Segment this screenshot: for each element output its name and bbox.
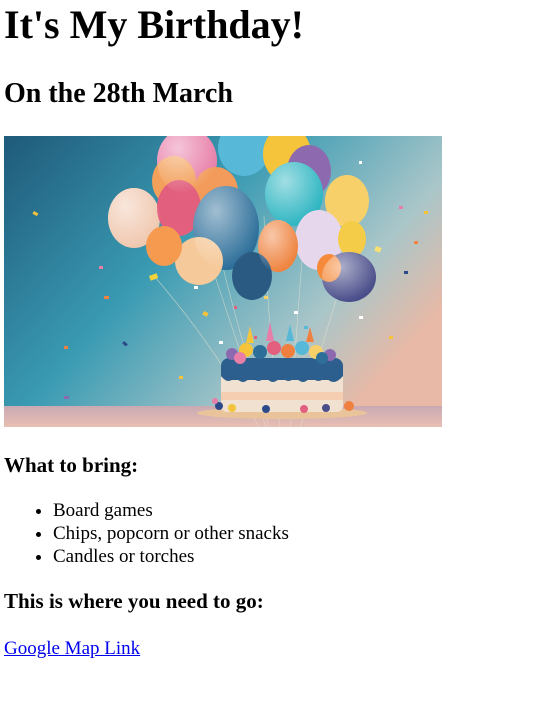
location-heading: This is where you need to go: <box>4 589 264 613</box>
birthday-cake-image <box>4 136 442 427</box>
list-item: Chips, popcorn or other snacks <box>53 522 554 545</box>
bring-list: Board games Chips, popcorn or other snac… <box>4 499 554 568</box>
page: It's My Birthday! On the 28th March What… <box>0 2 554 660</box>
page-title: It's My Birthday! <box>4 2 304 47</box>
list-item: Candles or torches <box>53 545 554 568</box>
bring-heading: What to bring: <box>4 453 139 477</box>
list-item: Board games <box>53 499 554 522</box>
google-map-link[interactable]: Google Map Link <box>4 637 140 660</box>
event-date: On the 28th March <box>4 78 233 109</box>
